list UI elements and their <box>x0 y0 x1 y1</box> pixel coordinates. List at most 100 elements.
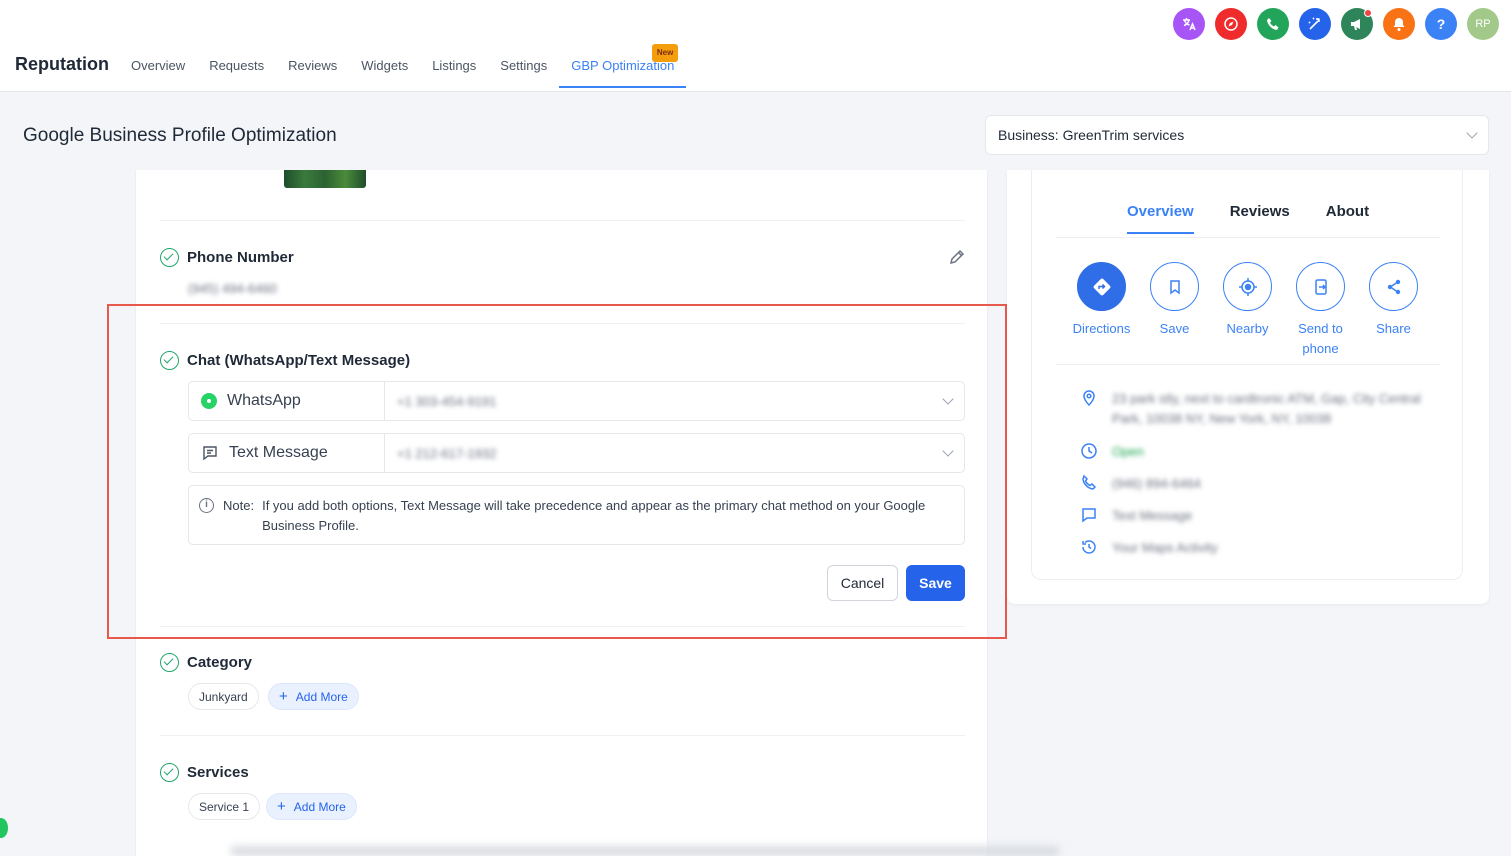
check-circle-icon <box>160 763 179 782</box>
divider <box>160 220 965 221</box>
save-button[interactable]: Save <box>906 565 965 601</box>
bookmark-icon <box>1150 262 1199 311</box>
preview-tab-about[interactable]: About <box>1326 203 1369 234</box>
whatsapp-number-select[interactable]: +1 303-454-9191 <box>385 382 964 420</box>
whatsapp-label-cell: WhatsApp <box>189 382 385 420</box>
business-select-value: Business: GreenTrim services <box>998 127 1185 143</box>
business-select[interactable]: Business: GreenTrim services <box>985 115 1489 155</box>
text-message-row: Text Message +1 212-617-1932 <box>188 433 965 473</box>
brand-title: Reputation <box>15 54 109 74</box>
phone-icon[interactable] <box>1257 8 1289 40</box>
phone-row: (946) 894-6464 <box>1080 474 1432 494</box>
text-message-number-value: +1 212-617-1932 <box>397 445 497 461</box>
tab-gbp-optimization[interactable]: GBP Optimization New <box>559 44 687 88</box>
page-title: Google Business Profile Optimization <box>23 125 337 146</box>
chevron-down-icon <box>942 445 954 457</box>
whatsapp-label: WhatsApp <box>227 392 301 409</box>
divider <box>1056 364 1440 365</box>
directions-action[interactable]: Directions <box>1065 262 1138 359</box>
category-section-title: Category <box>160 653 252 672</box>
preview-activity: Your Maps Activity <box>1112 540 1218 555</box>
bottom-shadow <box>230 846 1060 856</box>
profile-editor-card: Phone Number (945) 494-6460 Chat (WhatsA… <box>135 170 988 856</box>
services-add-more-label: Add More <box>293 799 346 814</box>
business-photo-thumbnail <box>284 170 366 188</box>
note-text: If you add both options, Text Message wi… <box>262 498 926 533</box>
check-circle-icon <box>160 351 179 370</box>
tab-listings[interactable]: Listings <box>420 58 488 88</box>
preview-phone-text: (946) 894-6464 <box>1112 476 1201 491</box>
tab-settings[interactable]: Settings <box>488 58 559 88</box>
preview-tab-overview[interactable]: Overview <box>1127 203 1194 234</box>
preview-tab-reviews[interactable]: Reviews <box>1230 203 1290 234</box>
plus-icon: + <box>277 798 286 815</box>
text-message-preview-row: Text Message <box>1080 506 1432 526</box>
phone-icon <box>1082 474 1097 490</box>
share-icon <box>1369 262 1418 311</box>
send-to-phone-action[interactable]: Send to phone <box>1284 262 1357 359</box>
magic-wand-icon[interactable] <box>1299 8 1331 40</box>
whatsapp-icon <box>201 393 217 409</box>
preview-card: Overview Reviews About Directions Save N… <box>1031 170 1463 580</box>
divider <box>160 626 965 627</box>
translate-icon[interactable] <box>1173 8 1205 40</box>
nearby-action[interactable]: Nearby <box>1211 262 1284 359</box>
category-title: Category <box>187 654 253 671</box>
share-action[interactable]: Share <box>1357 262 1430 359</box>
chat-widget-edge[interactable] <box>0 818 8 838</box>
top-icon-group: ? RP <box>1173 8 1499 40</box>
location-pin-icon <box>1083 390 1095 407</box>
services-section-title: Services <box>160 763 249 782</box>
bell-icon[interactable] <box>1383 8 1415 40</box>
nav-tabs: Overview Requests Reviews Widgets Listin… <box>119 44 687 88</box>
phone-number-value: (945) 494-6460 <box>188 281 277 296</box>
divider <box>160 323 965 324</box>
compass-icon[interactable] <box>1215 8 1247 40</box>
share-label: Share <box>1376 321 1411 336</box>
activity-row: Your Maps Activity <box>1080 538 1432 558</box>
directions-icon <box>1077 262 1126 311</box>
directions-label: Directions <box>1072 321 1131 336</box>
services-add-more-button[interactable]: + Add More <box>266 793 357 820</box>
avatar[interactable]: RP <box>1467 8 1499 40</box>
megaphone-icon[interactable] <box>1341 8 1373 40</box>
hours-row: Open <box>1080 442 1432 462</box>
help-icon[interactable]: ? <box>1425 8 1457 40</box>
tab-widgets[interactable]: Widgets <box>349 58 420 88</box>
text-message-label-cell: Text Message <box>189 434 385 472</box>
divider <box>1056 237 1440 238</box>
tab-reviews[interactable]: Reviews <box>276 58 349 88</box>
chat-title: Chat (WhatsApp/Text Message) <box>187 352 411 369</box>
info-icon: i <box>199 498 214 513</box>
chat-bubble-icon <box>1082 508 1096 523</box>
tab-overview[interactable]: Overview <box>119 58 197 88</box>
check-circle-icon <box>160 653 179 672</box>
services-title: Services <box>187 764 249 781</box>
top-navigation-bar: Reputation Overview Requests Reviews Wid… <box>0 0 1511 92</box>
chevron-down-icon <box>942 393 954 405</box>
nearby-label: Nearby <box>1226 321 1269 336</box>
tab-requests[interactable]: Requests <box>197 58 276 88</box>
cancel-button[interactable]: Cancel <box>827 565 898 601</box>
history-icon <box>1082 540 1096 554</box>
address-row: 23 park stly, next to cardtronic ATM, Ga… <box>1080 389 1432 429</box>
category-add-more-label: Add More <box>295 689 348 704</box>
notification-dot <box>1364 9 1372 17</box>
category-add-more-button[interactable]: + Add More <box>268 683 359 710</box>
whatsapp-number-value: +1 303-454-9191 <box>397 393 497 409</box>
save-action[interactable]: Save <box>1138 262 1211 359</box>
service-chip: Service 1 <box>188 793 261 820</box>
category-chip: Junkyard <box>188 683 259 710</box>
chevron-down-icon <box>1466 127 1478 139</box>
note-box: i Note: If you add both options, Text Me… <box>188 485 965 545</box>
text-message-label: Text Message <box>229 444 328 461</box>
plus-icon: + <box>279 688 288 705</box>
new-badge: New <box>651 44 679 62</box>
nearby-icon <box>1223 262 1272 311</box>
phone-number-title: Phone Number <box>187 249 294 266</box>
preview-actions: Directions Save Nearby Send to phone Sha… <box>1065 262 1430 359</box>
divider <box>160 735 965 736</box>
text-message-number-select[interactable]: +1 212-617-1932 <box>385 434 964 472</box>
pencil-icon[interactable] <box>948 248 966 266</box>
phone-number-section-title: Phone Number <box>160 248 294 267</box>
